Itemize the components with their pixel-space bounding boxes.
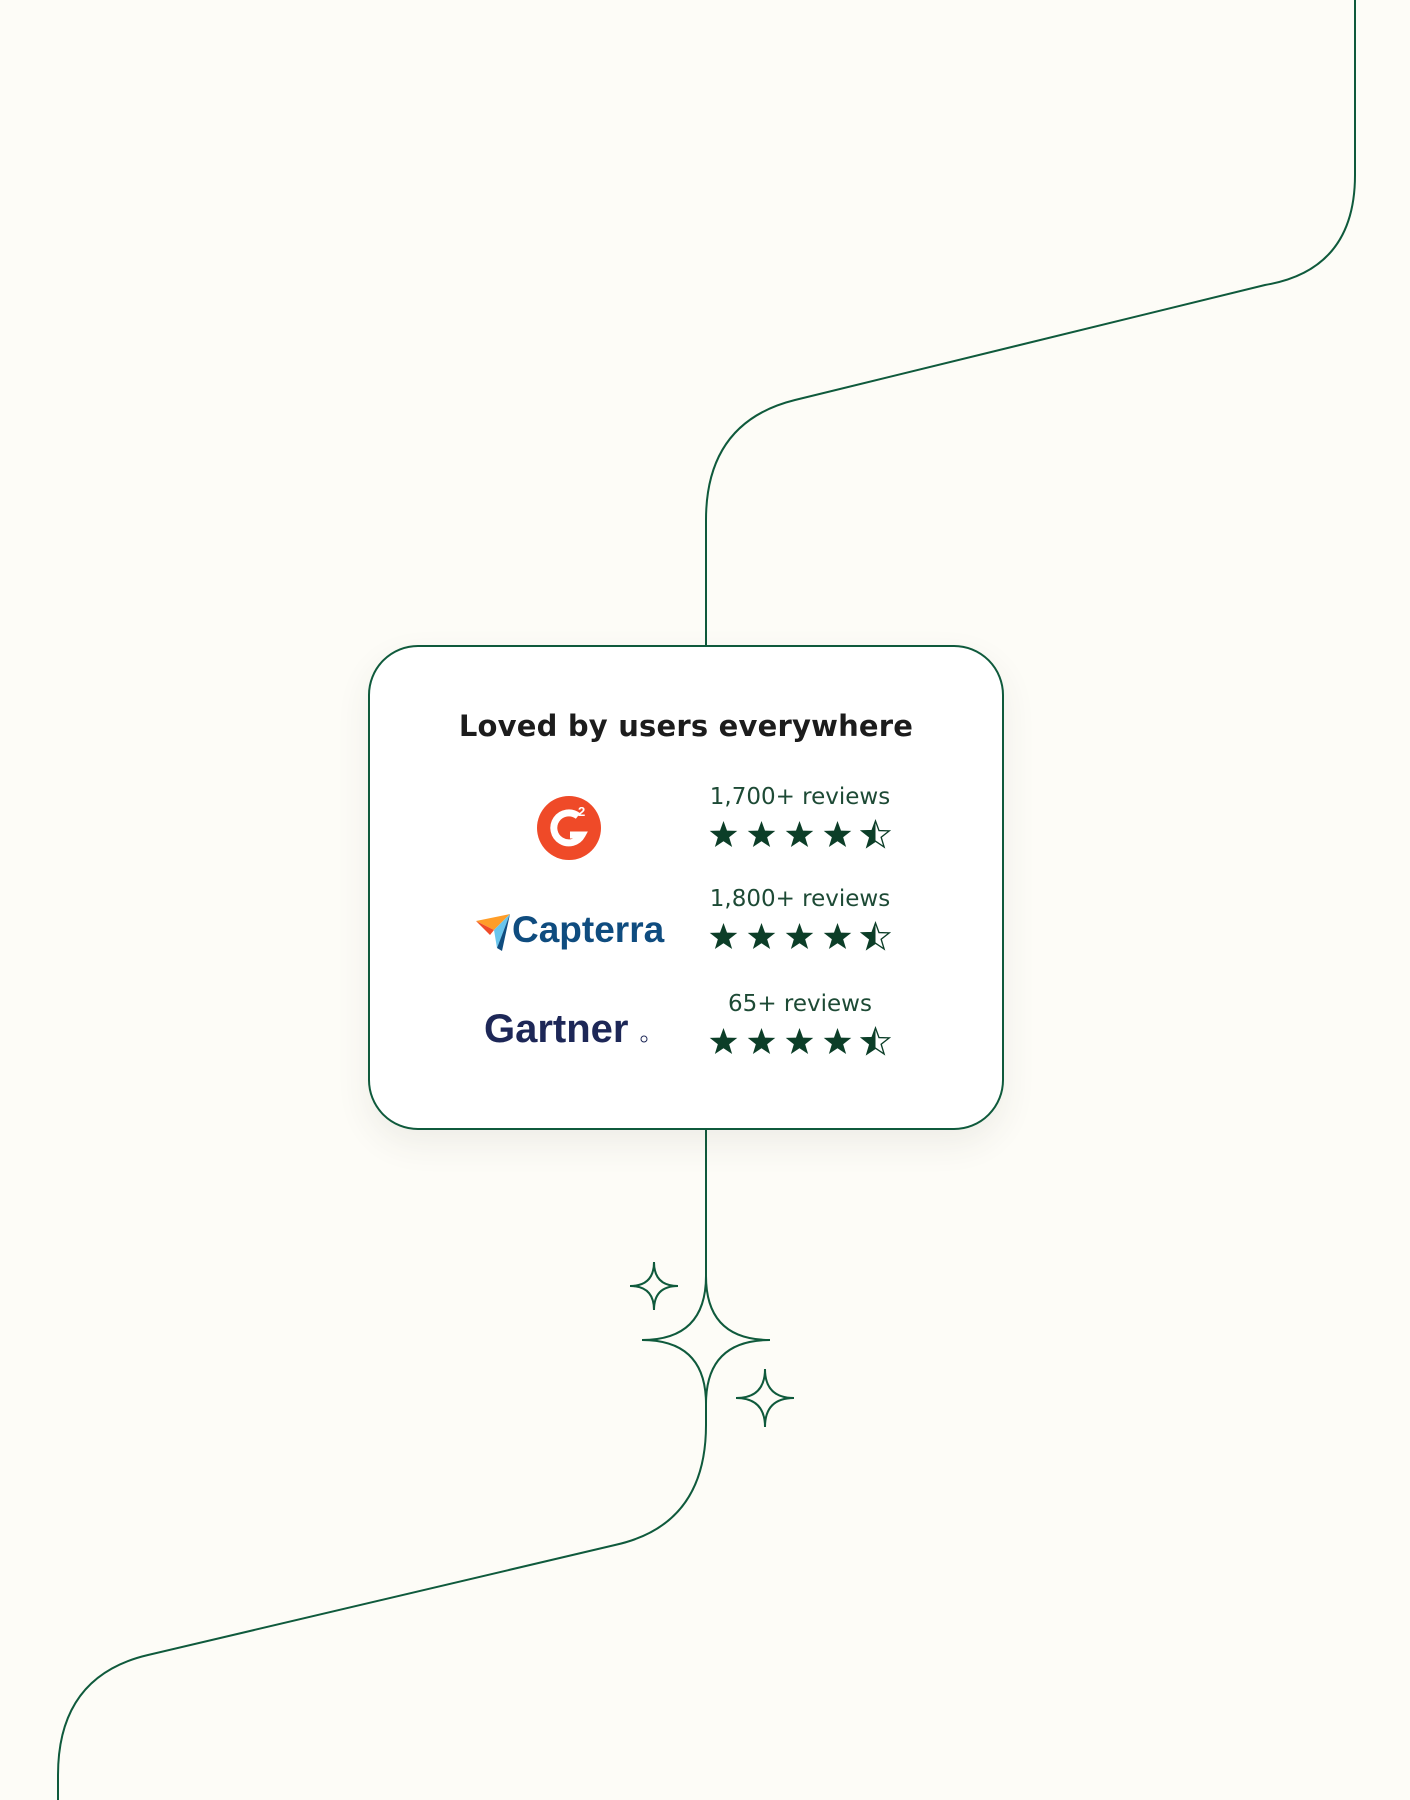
reviews-card: Loved by users everywhere 2 1,700+ revie…	[368, 645, 1004, 1130]
review-row-gartner: Gartner 65+ reviews	[370, 990, 1006, 1080]
star-icon	[747, 821, 776, 848]
g2-logo[interactable]: 2	[466, 783, 666, 873]
sparkle-icon	[641, 1275, 771, 1405]
g2-rating: 1,700+ reviews	[700, 783, 900, 849]
review-count: 1,800+ reviews	[709, 886, 891, 912]
review-count: 65+ reviews	[728, 991, 872, 1017]
star-rating	[700, 819, 900, 849]
sparkle-icon	[629, 1261, 679, 1311]
svg-text:2: 2	[578, 804, 585, 819]
gartner-rating: 65+ reviews	[700, 990, 900, 1056]
star-icon	[823, 1028, 852, 1055]
star-rating	[700, 921, 900, 951]
half-star-icon	[859, 921, 892, 951]
gartner-logo-icon: Gartner	[484, 1007, 648, 1051]
star-icon	[747, 923, 776, 950]
capterra-rating: 1,800+ reviews	[700, 885, 900, 951]
star-icon	[709, 923, 738, 950]
card-title: Loved by users everywhere	[458, 709, 914, 743]
star-icon	[823, 923, 852, 950]
star-icon	[709, 1028, 738, 1055]
star-icon	[785, 821, 814, 848]
star-rating	[700, 1026, 900, 1056]
half-star-icon	[859, 819, 892, 849]
sparkle-icon	[735, 1368, 795, 1428]
star-icon	[785, 923, 814, 950]
review-row-capterra: Capterra 1,800+ reviews	[370, 885, 1006, 975]
star-icon	[823, 821, 852, 848]
star-icon	[747, 1028, 776, 1055]
half-star-icon	[859, 1026, 892, 1056]
capterra-logo-icon: Capterra	[476, 909, 665, 951]
g2-logo-icon: 2	[537, 796, 601, 860]
review-count: 1,700+ reviews	[709, 784, 891, 810]
review-row-g2: 2 1,700+ reviews	[370, 783, 1006, 873]
connector-path-top	[705, 0, 1356, 645]
capterra-logo[interactable]: Capterra	[466, 885, 666, 975]
connector-path-bottom	[57, 1400, 707, 1800]
capterra-wordmark: Capterra	[512, 909, 665, 950]
gartner-wordmark: Gartner	[484, 1007, 629, 1051]
star-icon	[709, 821, 738, 848]
star-icon	[785, 1028, 814, 1055]
gartner-logo[interactable]: Gartner	[466, 990, 666, 1080]
